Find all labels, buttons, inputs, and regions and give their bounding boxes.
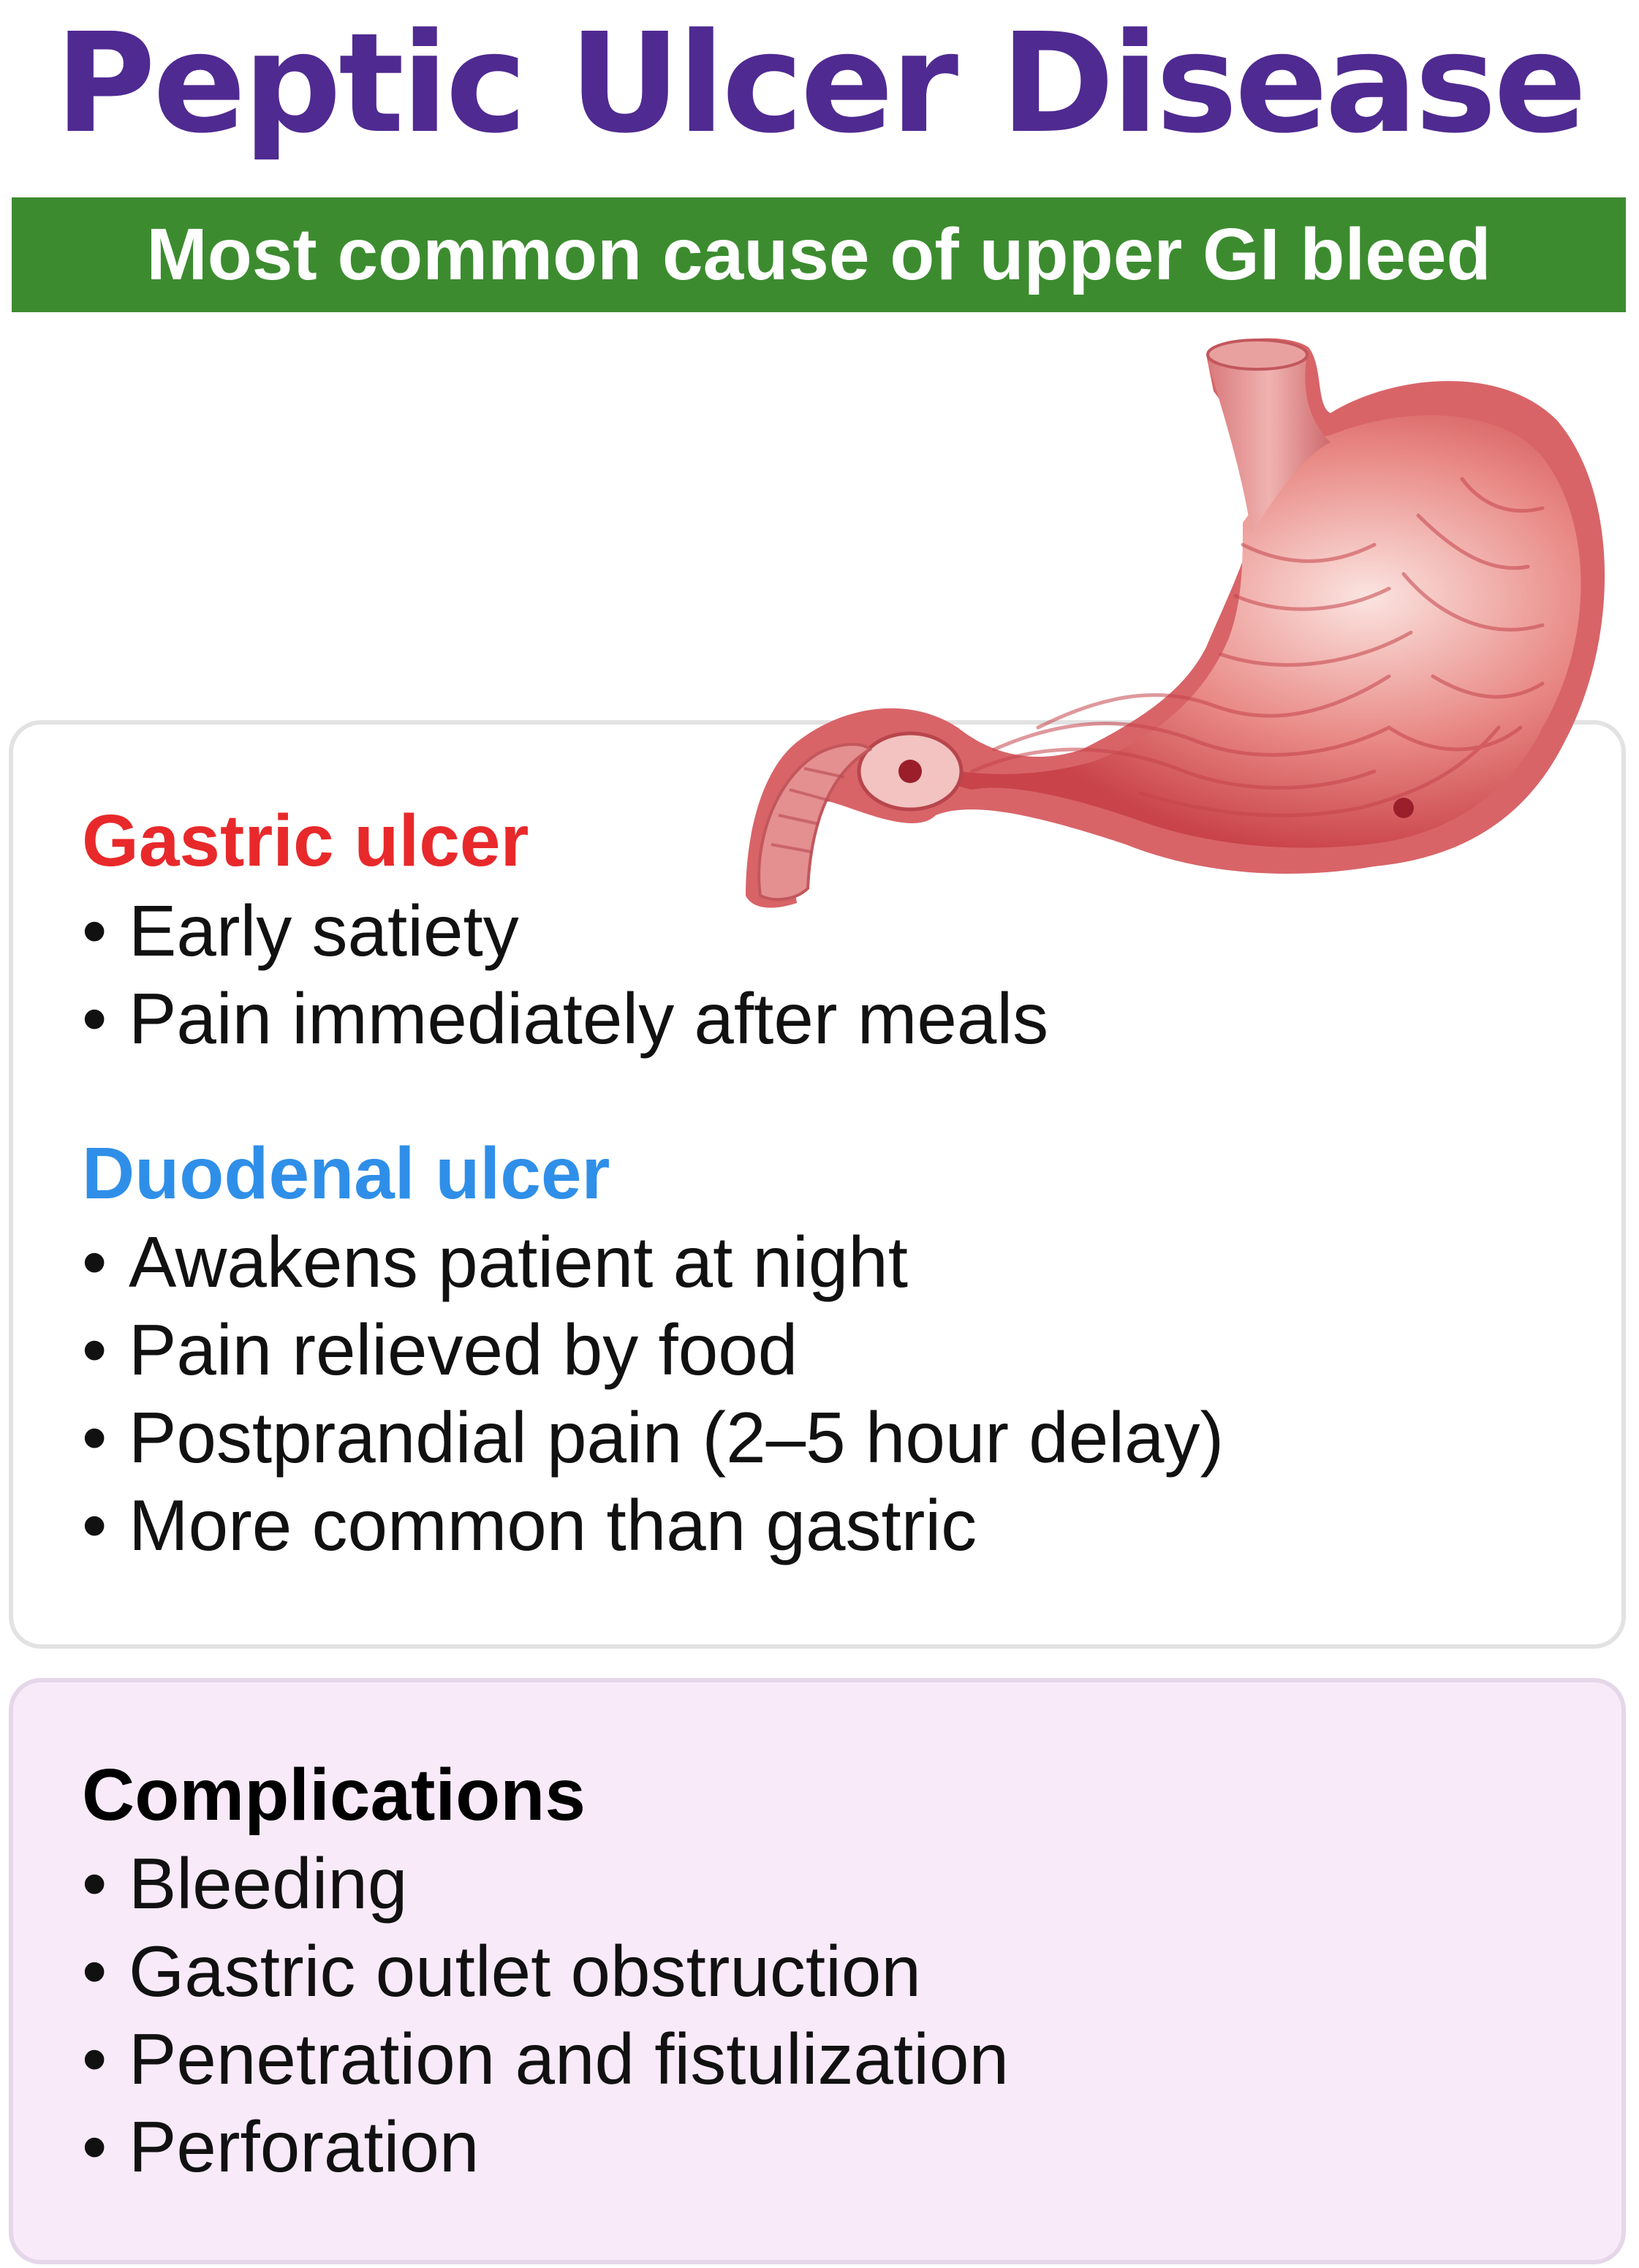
bullet-icon: •	[82, 2019, 107, 2099]
bullet-icon: •	[82, 1931, 107, 2011]
list-item: • Perforation	[82, 2103, 1009, 2190]
list-item: • More common than gastric	[82, 1481, 1224, 1569]
bullet-icon: •	[82, 1843, 107, 1924]
gastric-ulcer-list: • Early satiety • Pain immediately after m…	[82, 887, 1048, 1062]
list-item: • Pain relieved by food	[82, 1306, 1224, 1394]
bullet-icon: •	[82, 978, 107, 1059]
complications-list: • Bleeding • Gastric outlet obstruction • P…	[82, 1840, 1009, 2190]
duodenal-ulcer-heading: Duodenal ulcer	[82, 1133, 610, 1214]
list-item: • Pain immediately after meals	[82, 975, 1048, 1062]
bullet-icon: •	[82, 1485, 107, 1565]
list-item: • Postprandial pain (2–5 hour delay)	[82, 1394, 1224, 1481]
bullet-icon: •	[82, 1309, 107, 1390]
esophagus-opening	[1206, 339, 1309, 371]
list-item: • Awakens patient at night	[82, 1218, 1224, 1306]
list-item: • Gastric outlet obstruction	[82, 1927, 1009, 2015]
bullet-icon: •	[82, 891, 107, 971]
banner-text: Most common cause of upper GI bleed	[146, 213, 1491, 295]
bullet-icon: •	[82, 2106, 107, 2187]
subtitle-banner: Most common cause of upper GI bleed	[12, 197, 1626, 312]
bullet-icon: •	[82, 1397, 107, 1478]
list-item: • Bleeding	[82, 1840, 1009, 1927]
complications-heading: Complications	[82, 1754, 586, 1836]
gastric-ulcer-heading: Gastric ulcer	[82, 800, 529, 882]
bullet-icon: •	[82, 1222, 107, 1302]
duodenal-ulcer-list: • Awakens patient at night • Pain relieved…	[82, 1218, 1224, 1569]
list-item: • Penetration and fistulization	[82, 2015, 1009, 2103]
list-item: • Early satiety	[82, 887, 1048, 975]
page-title: Peptic Ulcer Disease	[55, 4, 1586, 164]
stomach-illustration	[746, 338, 1605, 908]
